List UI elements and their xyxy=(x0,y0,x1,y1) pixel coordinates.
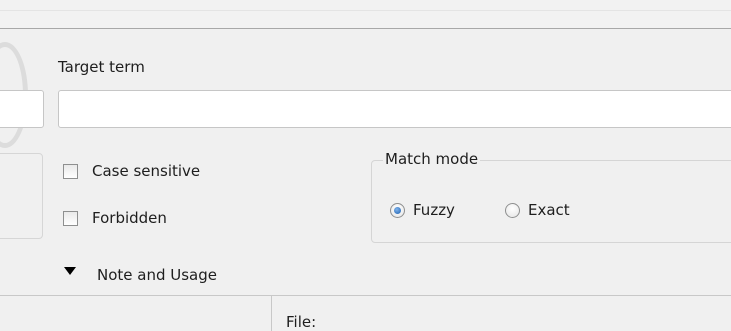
expand-triangle-icon[interactable] xyxy=(64,267,76,275)
fuzzy-label[interactable]: Fuzzy xyxy=(413,201,455,219)
note-and-usage-toggle[interactable]: Note and Usage xyxy=(97,266,217,284)
radio-selected-dot xyxy=(394,207,401,214)
term-editor-panel: Target term Case sensitive Forbidden Mat… xyxy=(0,0,731,331)
exact-radio[interactable] xyxy=(505,203,520,218)
column-divider xyxy=(271,296,272,331)
section-divider xyxy=(0,295,731,296)
file-label: File: xyxy=(286,313,317,331)
source-options-group xyxy=(0,153,43,239)
forbidden-checkbox[interactable] xyxy=(63,211,78,226)
fuzzy-radio[interactable] xyxy=(390,203,405,218)
case-sensitive-checkbox[interactable] xyxy=(63,164,78,179)
target-term-input[interactable] xyxy=(58,90,731,128)
toolbar-divider xyxy=(0,10,731,11)
exact-label[interactable]: Exact xyxy=(528,201,570,219)
case-sensitive-label[interactable]: Case sensitive xyxy=(92,162,200,180)
source-term-input[interactable] xyxy=(0,90,44,128)
match-mode-legend: Match mode xyxy=(383,150,481,168)
forbidden-label[interactable]: Forbidden xyxy=(92,209,167,227)
target-term-label: Target term xyxy=(58,58,145,76)
panel-top-border xyxy=(0,28,731,29)
toolbar-strip xyxy=(0,0,731,28)
